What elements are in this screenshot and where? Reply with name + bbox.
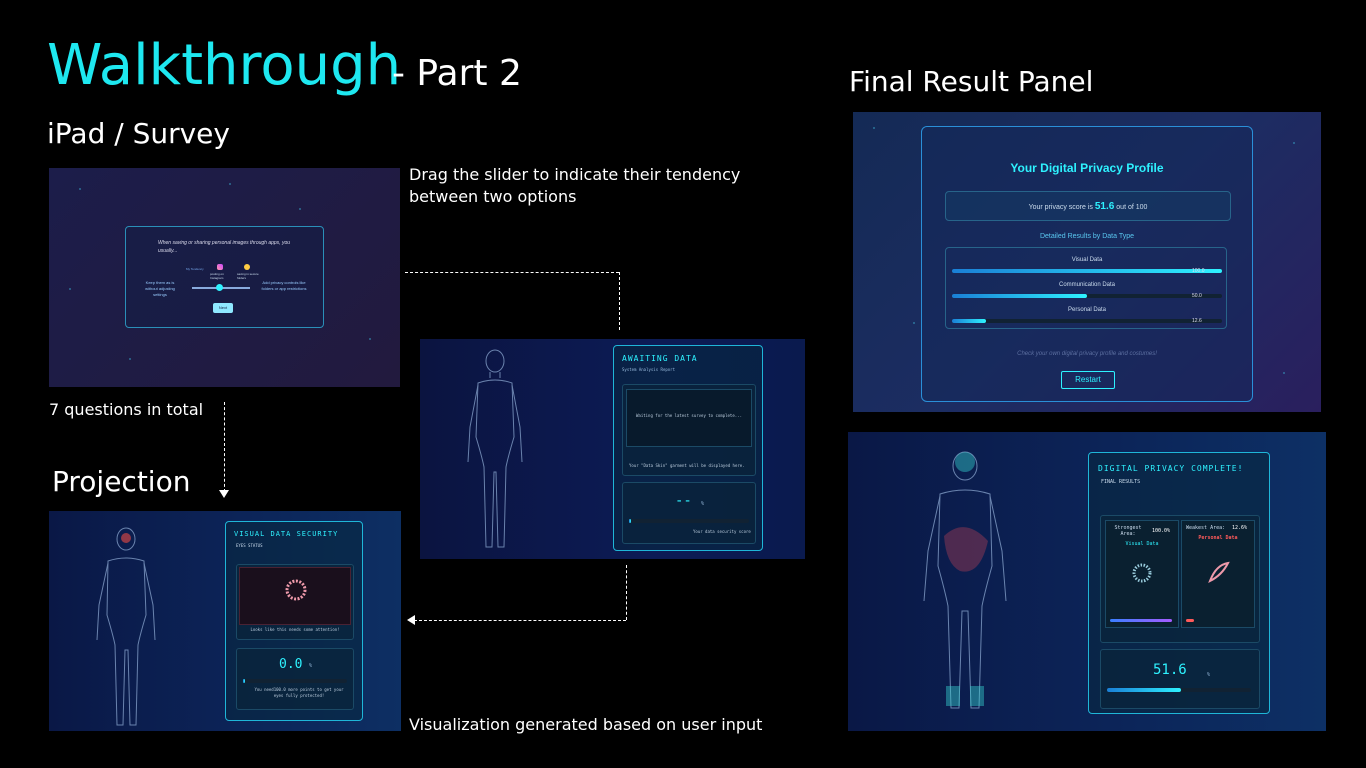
visual-score-box: 0.0 % You need100.0 more points to get y… (236, 648, 354, 710)
eye-texture-icon (285, 579, 307, 601)
visual-security-unit: % (309, 663, 313, 669)
visual-security-score: 0.0 (279, 657, 303, 672)
complete-score: 51.6 (1153, 662, 1187, 678)
icon-left-label: posting on Instagram (210, 272, 224, 280)
survey-left-option: Keep them as is without adjusting settin… (145, 280, 175, 297)
complete-title: DIGITAL PRIVACY COMPLETE! (1098, 464, 1244, 473)
complete-screenshot: DIGITAL PRIVACY COMPLETE! FINAL RESULTS … (848, 432, 1326, 731)
folder-icon (244, 264, 250, 270)
garment-box: Waiting for the latest survey to complet… (622, 384, 756, 476)
complete-unit: % (1207, 672, 1211, 678)
visual-security-panel: VISUAL DATA SECURITY EYES STATUS Looks l… (225, 521, 363, 721)
connector-line (405, 272, 619, 273)
complete-progress (1107, 688, 1251, 692)
survey-right-option: Add privacy controls like folders or app… (261, 280, 307, 291)
survey-card: When saving or sharing personal images t… (125, 226, 324, 328)
visual-security-screenshot: VISUAL DATA SECURITY EYES STATUS Looks l… (49, 511, 401, 731)
icon-right-label: saving in secure folders (237, 272, 259, 280)
strongest-label: Strongest Area: (1114, 525, 1142, 537)
results-box: Strongest Area: 100.0% Visual Data Weake… (1100, 515, 1260, 643)
instagram-icon (217, 264, 223, 270)
strongest-type: Visual Data (1125, 541, 1159, 547)
profile-title: Your Digital Privacy Profile (1010, 161, 1164, 175)
details-title: Detailed Results by Data Type (1039, 233, 1135, 240)
weakest-label: Weakest Area: (1186, 525, 1226, 531)
detail-bar (952, 294, 1222, 298)
note-questions: 7 questions in total (49, 400, 204, 419)
awaiting-score-label: Your data security score (693, 529, 751, 534)
profile-score-prefix: Your privacy score is (1028, 204, 1093, 211)
eyes-status-box: Looks like this needs some attention! (236, 564, 354, 640)
visual-data-texture-icon (1132, 563, 1152, 583)
personal-data-texture-icon (1208, 561, 1230, 584)
weakest-type: Personal Data (1198, 535, 1238, 541)
profile-score-suffix: out of 100 (1116, 204, 1148, 211)
connector-line (224, 402, 225, 492)
strongest-bar (1110, 619, 1172, 622)
complete-subtitle: FINAL RESULTS (1101, 479, 1141, 485)
detail-label: Visual Data (1071, 257, 1103, 263)
section-projection: Projection (52, 465, 191, 498)
strongest-value: 100.0% (1152, 528, 1171, 534)
awaiting-garment: Your "Data Skin" garment will be display… (629, 463, 745, 468)
awaiting-subtitle: System Analysis Report (622, 367, 675, 372)
section-final-result: Final Result Panel (849, 65, 1094, 98)
detail-label: Personal Data (1067, 307, 1107, 313)
body-figure (923, 451, 1007, 709)
page-subtitle: - Part 2 (392, 53, 522, 94)
complete-panel: DIGITAL PRIVACY COMPLETE! FINAL RESULTS … (1088, 452, 1270, 714)
detail-bar (952, 319, 1222, 323)
page-title: Walkthrough (47, 33, 402, 98)
visual-security-note: You need100.0 more points to get your ey… (254, 687, 344, 698)
score-box: -- % Your data security score (622, 482, 756, 544)
detail-label: Communication Data (1058, 282, 1116, 288)
profile-panel: Your Digital Privacy Profile Your privac… (921, 126, 1253, 402)
strongest-card: Strongest Area: 100.0% Visual Data (1105, 520, 1179, 628)
weakest-value: 12.6% (1232, 525, 1248, 531)
visual-security-title: VISUAL DATA SECURITY (234, 530, 339, 538)
arrow-left-icon (407, 615, 415, 625)
profile-score: 51.6 (1094, 201, 1115, 212)
detail-bar (952, 269, 1222, 273)
body-figure (467, 349, 523, 548)
survey-screenshot: When saving or sharing personal images t… (49, 168, 400, 387)
awaiting-unit: % (701, 501, 705, 507)
slider-handle[interactable] (216, 284, 223, 291)
survey-question: When saving or sharing personal images t… (158, 240, 291, 254)
body-figure (96, 527, 156, 726)
detail-value: 12.6 (1192, 318, 1202, 324)
profile-score-box: Your privacy score is 51.6 out of 100 (945, 191, 1231, 221)
arrow-down-icon (219, 490, 229, 498)
visual-security-message: Looks like this needs some attention! (250, 627, 340, 632)
awaiting-score: -- (675, 493, 692, 509)
detail-value: 100.0 (1192, 268, 1205, 274)
profile-score-line: Your privacy score is 51.6 out of 100 (946, 201, 1230, 212)
awaiting-panel: AWAITING DATA System Analysis Report Wai… (613, 345, 763, 551)
awaiting-screenshot: AWAITING DATA System Analysis Report Wai… (420, 339, 805, 559)
profile-footer: Check your own digital privacy profile a… (1017, 351, 1157, 357)
connector-line (414, 620, 626, 621)
section-ipad-survey: iPad / Survey (47, 117, 230, 150)
restart-button[interactable]: Restart (1061, 371, 1115, 389)
connector-line (626, 565, 627, 620)
detail-value: 50.0 (1192, 293, 1202, 299)
complete-score-box: 51.6 % (1100, 649, 1260, 709)
awaiting-title: AWAITING DATA (622, 354, 698, 363)
note-slider: Drag the slider to indicate their tenden… (409, 165, 741, 206)
visual-security-subtitle: EYES STATUS (236, 543, 263, 548)
next-button[interactable]: Next (213, 303, 233, 313)
awaiting-waiting: Waiting for the latest survey to complet… (636, 413, 742, 418)
connector-line (619, 272, 620, 330)
awaiting-progress (629, 519, 749, 523)
visual-security-progress (243, 679, 347, 683)
survey-tag: My Tendency (186, 267, 204, 271)
profile-screenshot: Your Digital Privacy Profile Your privac… (853, 112, 1321, 412)
weakest-card: Weakest Area: 12.6% Personal Data (1181, 520, 1255, 628)
weakest-bar (1186, 619, 1194, 622)
note-visualization: Visualization generated based on user in… (409, 715, 763, 734)
